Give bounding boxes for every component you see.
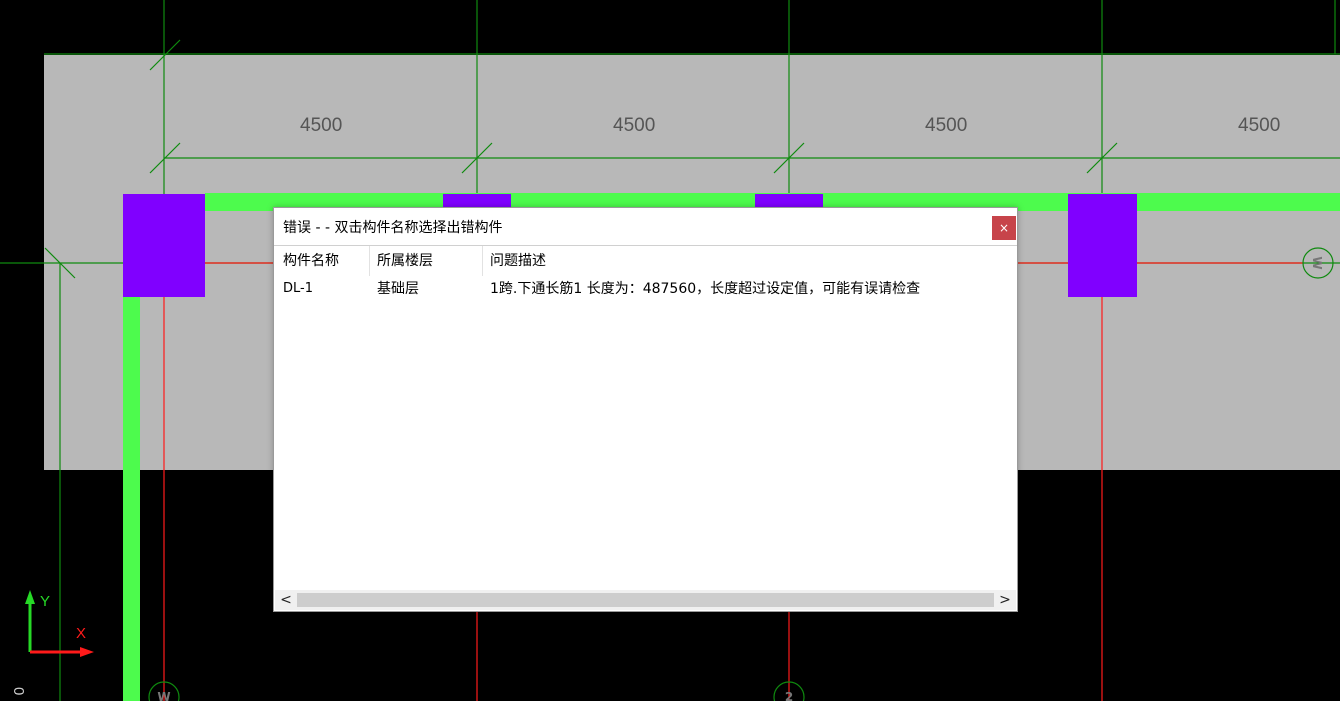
cell-component-name[interactable]: DL-1: [275, 278, 313, 300]
column-4[interactable]: [1068, 194, 1137, 297]
dimension-label-3: 4500: [925, 115, 967, 136]
ucs-x-label: X: [76, 625, 86, 642]
dialog-title: 错误 - - 双击构件名称选择出错构件: [283, 220, 503, 236]
column-1[interactable]: [123, 194, 205, 297]
scroll-right-button[interactable]: >: [994, 590, 1016, 610]
column-header-description[interactable]: 问题描述: [482, 246, 1017, 276]
beam-left[interactable]: [123, 297, 140, 701]
dialog-title-bar[interactable]: 错误 - - 双击构件名称选择出错构件 ×: [274, 208, 1017, 246]
axis-bubble-right-label: W: [1310, 256, 1324, 269]
corner-char: 0: [10, 687, 27, 695]
dimension-label-1: 4500: [300, 115, 342, 136]
list-header: 构件名称 所属楼层 问题描述: [275, 246, 1016, 276]
column-3[interactable]: [755, 194, 823, 208]
dimension-label-4: 4500: [1238, 115, 1280, 136]
error-dialog[interactable]: 错误 - - 双击构件名称选择出错构件 × 构件名称 所属楼层 问题描述 DL-…: [273, 207, 1018, 612]
table-row[interactable]: DL-1 基础层 1跨.下通长筋1 长度为：487560，长度超过设定值，可能有…: [275, 278, 1016, 300]
axis-bubble-left-bottom-label: W: [157, 690, 170, 701]
error-list[interactable]: 构件名称 所属楼层 问题描述 DL-1 基础层 1跨.下通长筋1 长度为：487…: [275, 246, 1016, 589]
horizontal-scrollbar[interactable]: < >: [275, 590, 1016, 610]
dimension-label-2: 4500: [613, 115, 655, 136]
cell-description: 1跨.下通长筋1 长度为：487560，长度超过设定值，可能有误请检查: [490, 281, 921, 297]
axis-bubble-mid-bottom-label: 2: [785, 690, 793, 701]
column-header-name[interactable]: 构件名称: [275, 246, 369, 276]
scroll-left-button[interactable]: <: [275, 590, 297, 610]
column-2[interactable]: [443, 194, 511, 208]
close-button[interactable]: ×: [992, 216, 1016, 240]
cell-floor: 基础层: [377, 281, 419, 297]
ucs-y-label: Y: [40, 593, 50, 610]
column-header-floor[interactable]: 所属楼层: [369, 246, 482, 276]
scroll-track[interactable]: [297, 593, 994, 607]
scroll-thumb[interactable]: [297, 593, 994, 607]
